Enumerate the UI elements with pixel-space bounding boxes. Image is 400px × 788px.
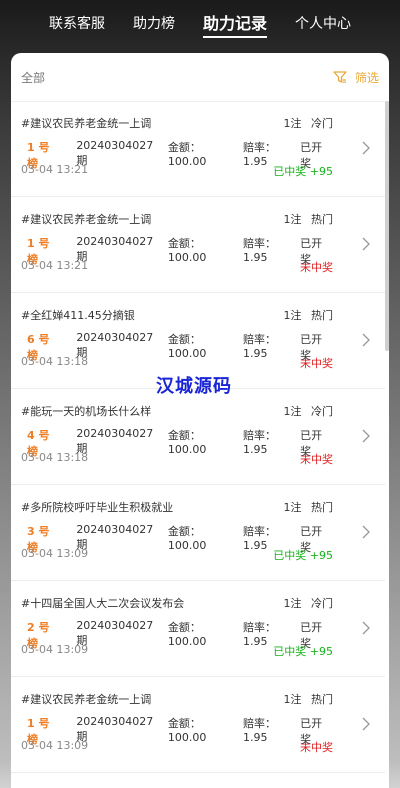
record-title: #十四届全国人大二次会议发布会 xyxy=(21,597,185,610)
chevron-right-icon xyxy=(362,237,370,251)
record-heat: 热门 xyxy=(311,693,333,706)
record-result: 未中奖 xyxy=(300,357,333,370)
tab-customer-service[interactable]: 联系客服 xyxy=(35,2,119,46)
record-time: 03-04 13:09 xyxy=(21,739,89,752)
records-card: 全部 筛选 #建议农民养老金统一上调 1注 冷门 1 号榜 2024030402… xyxy=(11,53,389,788)
record-result: 已中奖 +95 xyxy=(273,165,333,178)
record-item[interactable]: #十四届全国人大二次会议发布会 1注 冷门 2 号榜 20240304027期 … xyxy=(11,581,385,677)
record-item[interactable]: #多所院校呼吁毕业生积极就业 1注 热门 3 号榜 20240304027期 金… xyxy=(11,485,385,581)
record-heat: 热门 xyxy=(311,501,333,514)
record-item[interactable]: #建议农民养老金统一上调 1注 热门 1 号榜 20240304027期 金额：… xyxy=(11,677,385,773)
record-result: 未中奖 xyxy=(300,453,333,466)
record-heat: 热门 xyxy=(311,309,333,322)
record-count: 1注 xyxy=(283,213,302,226)
record-result: 已中奖 +95 xyxy=(273,549,333,562)
all-filter-label[interactable]: 全部 xyxy=(21,69,45,86)
tab-ranking[interactable]: 助力榜 xyxy=(119,2,189,46)
filter-icon xyxy=(333,71,347,83)
record-time: 03-04 13:18 xyxy=(21,355,89,368)
record-time: 03-04 13:09 xyxy=(21,643,89,656)
record-item[interactable]: #能玩一天的机场长什么样 1注 冷门 4 号榜 20240304027期 金额：… xyxy=(11,389,385,485)
chevron-right-icon xyxy=(362,525,370,539)
record-count: 1注 xyxy=(283,597,302,610)
top-nav: 联系客服 助力榜 助力记录 个人中心 xyxy=(0,0,400,48)
scrollbar[interactable] xyxy=(385,101,389,351)
record-count: 1注 xyxy=(283,405,302,418)
record-title: #多所院校呼吁毕业生积极就业 xyxy=(21,501,174,514)
record-title: #能玩一天的机场长什么样 xyxy=(21,405,152,418)
record-heat: 冷门 xyxy=(311,117,333,130)
record-time: 03-04 13:09 xyxy=(21,547,89,560)
filter-bar: 全部 筛选 xyxy=(11,53,389,102)
chevron-right-icon xyxy=(362,333,370,347)
record-count: 1注 xyxy=(283,501,302,514)
records-list: #建议农民养老金统一上调 1注 冷门 1 号榜 20240304027期 金额：… xyxy=(11,101,385,773)
record-result: 未中奖 xyxy=(300,741,333,754)
tab-profile[interactable]: 个人中心 xyxy=(281,2,365,46)
record-title: #建议农民养老金统一上调 xyxy=(21,213,152,226)
record-title: #建议农民养老金统一上调 xyxy=(21,693,152,706)
chevron-right-icon xyxy=(362,621,370,635)
record-count: 1注 xyxy=(283,309,302,322)
record-heat: 热门 xyxy=(311,213,333,226)
record-time: 03-04 13:21 xyxy=(21,163,89,176)
filter-button[interactable]: 筛选 xyxy=(333,69,379,86)
record-count: 1注 xyxy=(283,117,302,130)
record-heat: 冷门 xyxy=(311,405,333,418)
record-time: 03-04 13:18 xyxy=(21,451,89,464)
record-count: 1注 xyxy=(283,693,302,706)
record-title: #建议农民养老金统一上调 xyxy=(21,117,152,130)
filter-label: 筛选 xyxy=(354,70,379,85)
tab-records[interactable]: 助力记录 xyxy=(189,2,281,46)
record-result: 已中奖 +95 xyxy=(273,645,333,658)
watermark-text: 汉城源码 xyxy=(156,376,232,397)
record-heat: 冷门 xyxy=(311,597,333,610)
record-time: 03-04 13:21 xyxy=(21,259,89,272)
chevron-right-icon xyxy=(362,429,370,443)
record-item[interactable]: #建议农民养老金统一上调 1注 热门 1 号榜 20240304027期 金额：… xyxy=(11,197,385,293)
record-result: 未中奖 xyxy=(300,261,333,274)
chevron-right-icon xyxy=(362,141,370,155)
record-title: #全红婵411.45分摘银 xyxy=(21,309,135,322)
chevron-right-icon xyxy=(362,717,370,731)
record-item[interactable]: #建议农民养老金统一上调 1注 冷门 1 号榜 20240304027期 金额：… xyxy=(11,101,385,197)
